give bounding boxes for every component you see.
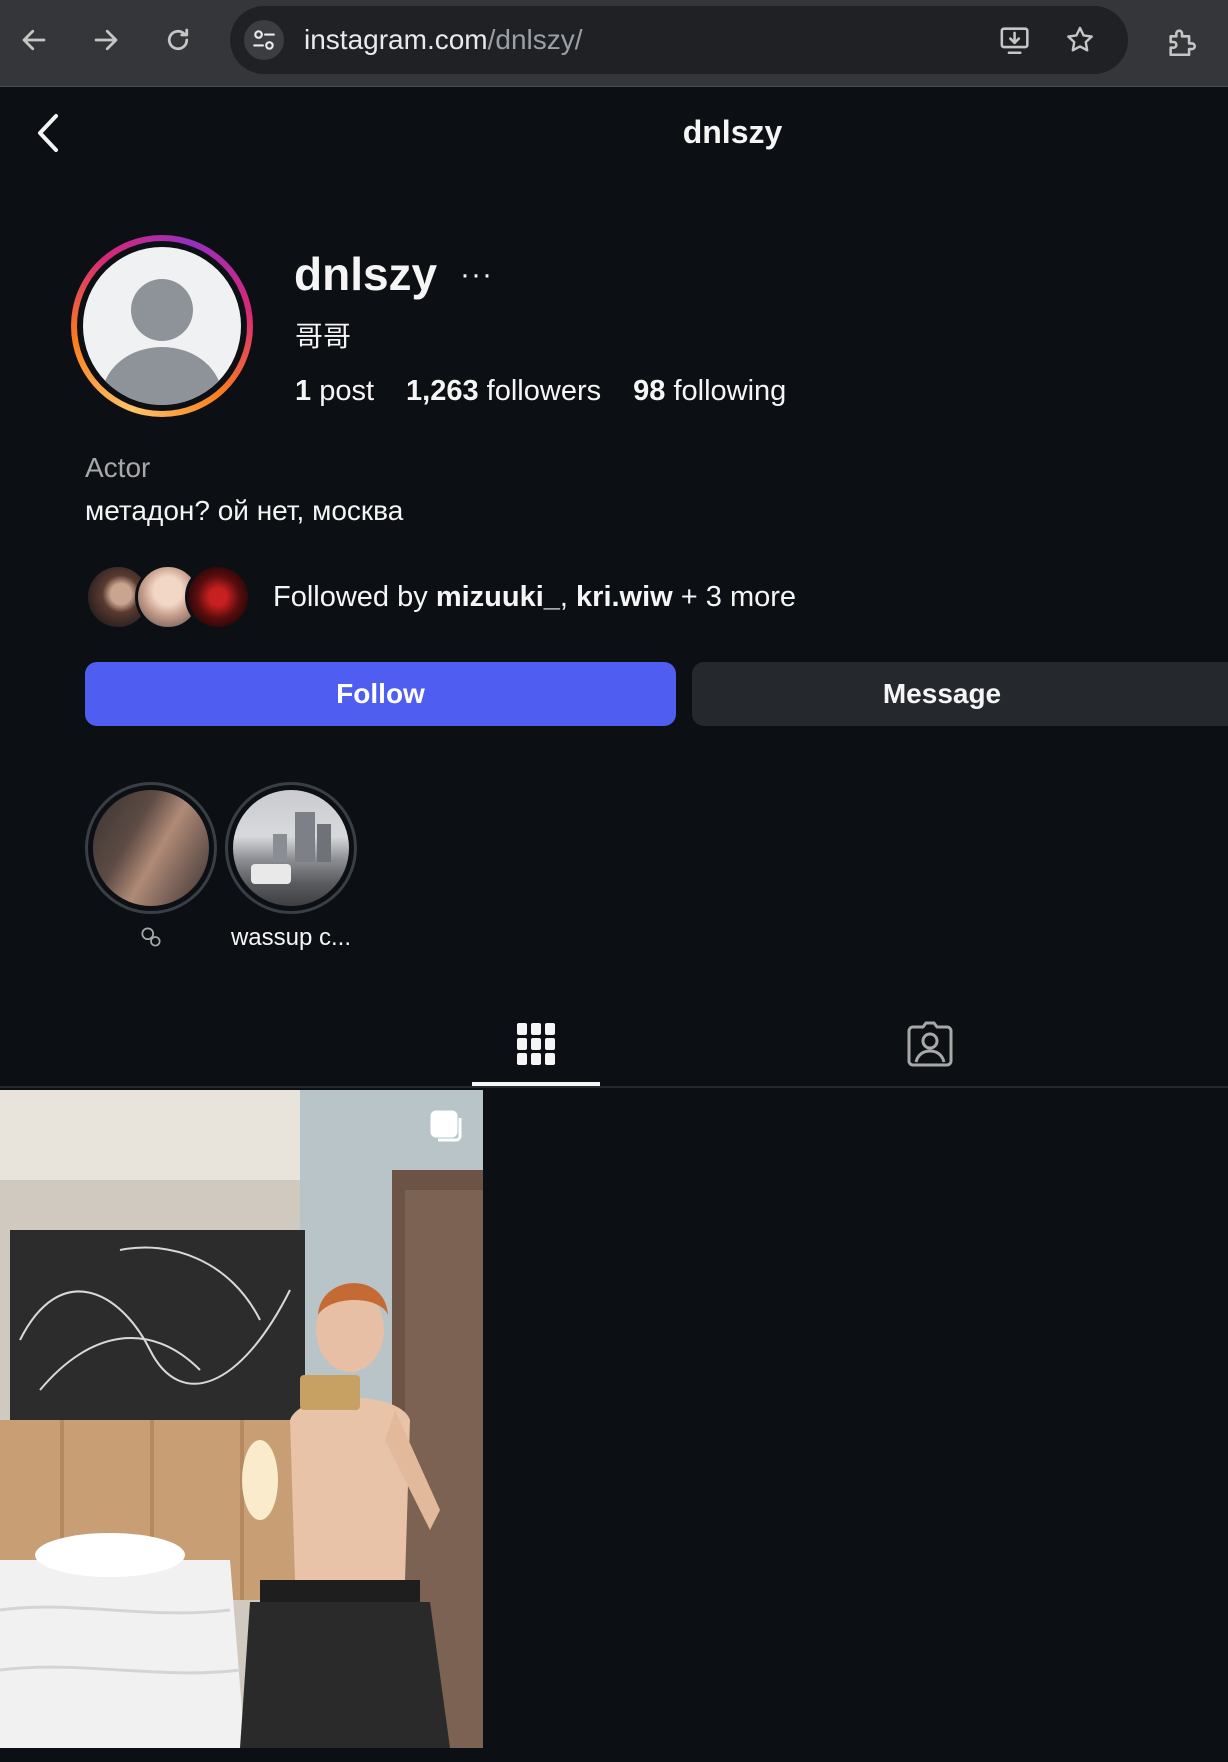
browser-toolbar: instagram.com/dnlszy/ (0, 0, 1228, 87)
grid-icon (517, 1023, 555, 1065)
posts-count: 1 (295, 375, 312, 407)
following-label: following (673, 375, 787, 407)
story-highlight[interactable]: wassup c... (225, 782, 357, 952)
mutual-followers-avatars (85, 564, 265, 630)
followed-by-sep: , (559, 580, 577, 613)
profile-full-name: 哥哥 (295, 321, 352, 352)
profile-username: dnlszy (294, 248, 438, 300)
highlight-cover (93, 790, 209, 906)
install-app-icon[interactable] (996, 20, 1036, 60)
url-path: /dnlszy/ (487, 24, 583, 55)
highlight-label (85, 924, 217, 957)
more-options-icon[interactable]: ··· (460, 258, 493, 292)
message-button[interactable]: Message (692, 662, 1228, 726)
site-settings-icon[interactable] (244, 20, 284, 60)
extensions-icon[interactable] (1160, 20, 1204, 64)
post-image (0, 1090, 483, 1748)
post-thumbnail[interactable] (0, 1090, 483, 1748)
profile-tabs (0, 1000, 1228, 1088)
profile-bio: метадон? ой нет, москва (85, 495, 404, 526)
followed-by-prefix: Followed by (273, 580, 436, 613)
back-icon[interactable] (12, 18, 56, 62)
posts-label: post (319, 375, 375, 407)
followed-by-row[interactable]: Followed by mizuuki_, kri.wiw + 3 more (85, 564, 796, 630)
tab-tagged[interactable] (866, 1000, 994, 1088)
followed-by-text: Followed by mizuuki_, kri.wiw + 3 more (273, 581, 796, 614)
mutual-user-2: kri.wiw (576, 580, 673, 613)
default-avatar-icon (83, 247, 241, 405)
active-tab-indicator (472, 1082, 600, 1086)
address-bar[interactable]: instagram.com/dnlszy/ (230, 6, 1128, 74)
story-highlight[interactable] (85, 782, 217, 957)
forward-icon[interactable] (84, 18, 128, 62)
mutual-avatar (185, 564, 251, 630)
reload-icon[interactable] (156, 18, 200, 62)
highlight-label: wassup c... (230, 924, 352, 951)
url-host: instagram.com (304, 24, 488, 55)
carousel-icon (430, 1110, 462, 1142)
following-stat[interactable]: 98 following (633, 375, 786, 408)
profile-avatar[interactable] (71, 235, 253, 417)
tab-posts[interactable] (472, 1000, 600, 1088)
header-username: dnlszy (682, 114, 783, 150)
bookmark-star-icon[interactable] (1060, 20, 1100, 60)
following-count: 98 (633, 375, 666, 407)
mutual-user-1: mizuuki_ (435, 580, 560, 613)
posts-stat: 1 post (295, 375, 374, 408)
bubbles-icon (141, 927, 161, 947)
url-text[interactable]: instagram.com/dnlszy/ (304, 6, 583, 74)
profile-category: Actor (85, 452, 151, 483)
highlight-cover (233, 790, 349, 906)
profile-stats: 1 post 1,263 followers 98 following (295, 375, 786, 408)
followed-by-suffix: + 3 more (672, 580, 797, 613)
profile-header-bar: dnlszy (0, 88, 1228, 178)
follow-button[interactable]: Follow (85, 662, 676, 726)
followers-count: 1,263 (406, 375, 479, 407)
followers-stat[interactable]: 1,263 followers (406, 375, 601, 408)
tagged-icon (907, 1021, 953, 1067)
followers-label: followers (486, 375, 602, 407)
